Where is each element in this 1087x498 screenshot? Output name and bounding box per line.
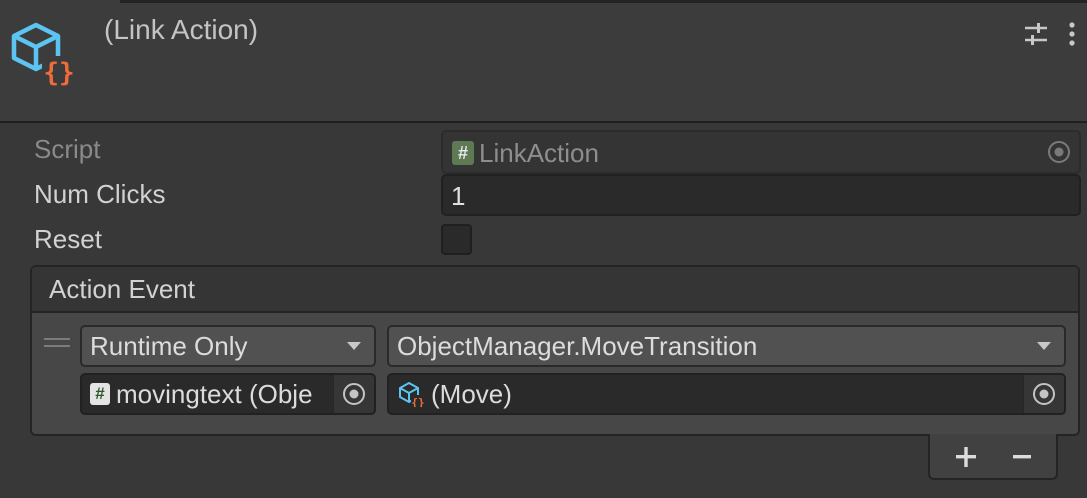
script-field: # LinkAction [441,130,1081,174]
csharp-script-icon: # [452,141,474,165]
function-dropdown[interactable]: ObjectManager.MoveTransition [387,325,1066,367]
num-clicks-value: 1 [451,181,466,211]
num-clicks-label: Num Clicks [34,179,166,209]
object-picker-icon [1033,383,1055,405]
argument-object-picker[interactable] [1023,375,1064,413]
action-event-header: Action Event [32,267,1078,313]
action-event-panel: Action Event Runtime Only ObjectManager.… [30,265,1080,436]
kebab-menu-icon[interactable] [1062,20,1082,48]
object-picker-icon [1048,141,1070,163]
script-label: Script [34,134,101,164]
target-object-value: movingtext (Obje [116,379,313,409]
add-button[interactable] [948,442,984,472]
reset-label: Reset [34,224,102,254]
svg-text:{}: {} [43,58,74,88]
argument-object-field[interactable]: {} (Move) [387,373,1066,415]
header-top-border [120,0,1087,3]
script-cube-icon: {} [399,382,425,407]
header-separator [0,121,1087,123]
chevron-down-icon [1037,342,1051,350]
script-cube-icon: {} [11,22,76,88]
action-event-entry: Runtime Only ObjectManager.MoveTransitio… [32,313,1078,434]
num-clicks-field[interactable]: 1 [441,174,1081,216]
drag-handle-icon[interactable] [44,337,70,349]
sliders-icon[interactable] [1022,20,1050,48]
list-footer [928,434,1058,480]
object-picker-icon [343,383,365,405]
reset-checkbox[interactable] [441,224,472,255]
argument-value: (Move) [431,379,512,409]
inspector-panel: {} (Link Action) Script # LinkAction Num… [0,0,1087,498]
svg-text:{}: {} [411,396,424,407]
action-event-title: Action Event [49,274,195,304]
target-object-picker[interactable] [333,375,374,413]
call-state-dropdown[interactable]: Runtime Only [80,325,376,367]
chevron-down-icon [347,342,361,350]
script-value: LinkAction [479,138,599,168]
function-value: ObjectManager.MoveTransition [397,331,758,361]
component-header: {} (Link Action) [0,0,1087,123]
call-state-value: Runtime Only [90,331,248,361]
target-object-field[interactable]: # movingtext (Obje [80,373,376,415]
remove-button[interactable] [1004,442,1040,472]
component-title: (Link Action) [104,14,259,45]
csharp-script-icon: # [90,383,110,405]
